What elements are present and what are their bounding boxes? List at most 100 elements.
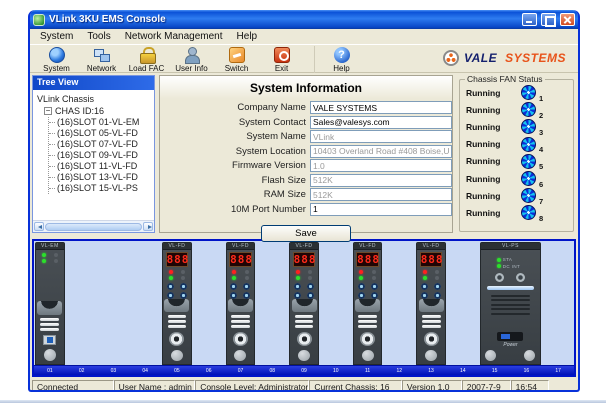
module-bottom-knob [171, 350, 183, 361]
module-connectors [358, 283, 378, 299]
title-bar: VLink 3KU EMS Console [30, 10, 578, 29]
tree-slot-item[interactable]: (16)SLOT 15-VL-PS [49, 183, 154, 194]
chassis-slot[interactable]: VL-FD 888 [161, 241, 193, 365]
status-led [423, 276, 427, 280]
fan-status-row: Running 2 [462, 101, 571, 118]
chassis-slot[interactable]: VL-FD 888 [288, 241, 320, 365]
fan-icon [521, 154, 536, 169]
chassis-slot[interactable] [66, 241, 98, 365]
chassis-slot[interactable]: VL-FD 888 [352, 241, 384, 365]
field-input[interactable] [310, 130, 452, 143]
toolbar-button[interactable]: User Info [169, 46, 214, 73]
module-label: VL-EM [36, 243, 64, 250]
module-bottom-knob [298, 350, 310, 361]
field-input[interactable] [310, 174, 452, 187]
fan-status-row: Running 7 [462, 187, 571, 204]
field-input[interactable] [310, 116, 452, 129]
chassis-slot[interactable]: VL-FD 888 [415, 241, 447, 365]
save-button[interactable]: Save [261, 225, 351, 242]
toolbar-button[interactable]: Help [314, 46, 362, 73]
status-led [372, 270, 376, 274]
window-title: VLink 3KU EMS Console [49, 14, 518, 25]
menu-item[interactable]: Network Management [118, 31, 230, 42]
tree-collapse-icon[interactable] [44, 107, 52, 115]
chassis-slot[interactable] [256, 241, 288, 365]
module-bottom-knob [234, 350, 246, 361]
chassis-slot[interactable] [129, 241, 161, 365]
module-ring-connector [360, 332, 375, 346]
module-led-cluster [231, 270, 250, 280]
menu-item[interactable]: System [33, 31, 80, 42]
module-vents [40, 318, 59, 331]
chassis-slot[interactable] [447, 241, 479, 365]
chassis-slot[interactable] [383, 241, 415, 365]
slot-number: 13 [415, 366, 447, 375]
field-input[interactable] [310, 101, 452, 114]
toolbar-button[interactable]: Switch [214, 46, 259, 73]
tree-slot-item[interactable]: (16)SLOT 07-VL-FD [49, 139, 154, 150]
slot-number: 11 [352, 366, 384, 375]
chassis-slot[interactable] [542, 241, 574, 365]
slot-number: 10 [320, 366, 352, 375]
tree-chassis-node[interactable]: CHAS ID:16 [44, 105, 154, 117]
chassis-slot[interactable]: VL-EM [34, 241, 66, 365]
module-handle [37, 301, 62, 315]
slot-number: 14 [447, 366, 479, 375]
tree-panel: Tree View VLink Chassis CHAS ID:16 (16)S… [32, 75, 155, 233]
network-icon [94, 47, 110, 63]
chassis-slot[interactable]: VL-PS STA DC INT [479, 241, 543, 365]
tree-slot-item[interactable]: (16)SLOT 13-VL-FD [49, 172, 154, 183]
field-input[interactable] [310, 203, 452, 216]
chassis-slot[interactable] [193, 241, 225, 365]
main-content: Tree View VLink Chassis CHAS ID:16 (16)S… [30, 73, 578, 235]
scroll-left-icon[interactable] [34, 222, 44, 231]
scrollbar-thumb[interactable] [45, 223, 142, 231]
tree-slot-item[interactable]: (16)SLOT 01-VL-EM [49, 117, 154, 128]
status-led [232, 276, 236, 280]
tree-root-node[interactable]: VLink Chassis [37, 93, 154, 105]
slot-number-strip: 0102030405060708091011121314151617 [34, 365, 574, 375]
field-input[interactable] [310, 159, 452, 172]
module-led-cluster [294, 270, 313, 280]
fan-status-row: Running 8 [462, 204, 571, 221]
fan-status-label: Running [462, 88, 514, 98]
tree-slot-item[interactable]: (16)SLOT 11-VL-FD [49, 161, 154, 172]
form-field-row: Flash Size [160, 174, 452, 187]
module-seven-segment-display: 888 [166, 252, 189, 267]
module-handle [164, 299, 189, 312]
minimize-button[interactable] [522, 13, 537, 26]
module-vents [295, 315, 314, 328]
menu-item[interactable]: Help [230, 31, 265, 42]
maximize-button[interactable] [541, 13, 556, 26]
module-label: VL-PS [481, 243, 541, 250]
field-input[interactable] [310, 145, 452, 158]
tree-slot-item[interactable]: (16)SLOT 05-VL-FD [49, 128, 154, 139]
toolbar-button-label: Help [333, 64, 349, 73]
menu-item[interactable]: Tools [80, 31, 117, 42]
toolbar-button[interactable]: Exit [259, 46, 304, 73]
status-led [54, 259, 58, 263]
toolbar-button[interactable]: System [34, 46, 79, 73]
page-title: System Information [160, 76, 452, 99]
tree-horizontal-scrollbar[interactable] [33, 220, 154, 232]
user-info-icon [184, 47, 200, 63]
form-field-row: System Name [160, 130, 452, 143]
field-label: Firmware Version [160, 160, 310, 171]
close-button[interactable] [560, 13, 575, 26]
scroll-right-icon[interactable] [143, 222, 153, 231]
toolbar-button[interactable]: Network [79, 46, 124, 73]
connector-icon [294, 292, 301, 299]
power-switch[interactable] [497, 332, 523, 341]
module-handle [292, 299, 317, 312]
connector-icon [358, 283, 365, 290]
chassis-slot[interactable]: VL-FD 888 [225, 241, 257, 365]
fan-icon [521, 205, 536, 220]
tree-slot-item[interactable]: (16)SLOT 09-VL-FD [49, 150, 154, 161]
chassis-view: VL-EM [32, 239, 576, 377]
field-input[interactable] [310, 188, 452, 201]
toolbar-button[interactable]: Load FAC [124, 46, 169, 73]
fan-status-group: Chassis FAN Status Running 1 Running [459, 79, 574, 232]
brand-name-secondary: SYSTEMS [505, 51, 566, 65]
chassis-slot[interactable] [320, 241, 352, 365]
chassis-slot[interactable] [98, 241, 130, 365]
